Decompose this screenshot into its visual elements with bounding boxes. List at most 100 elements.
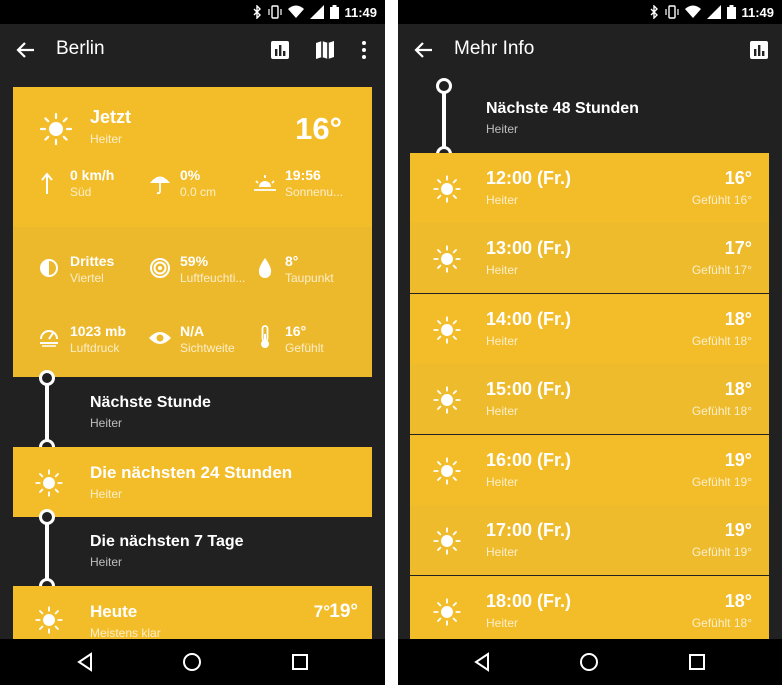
today-sub: Meistens klar [90,626,161,640]
sunset-icon [254,175,276,191]
sun-icon [433,598,461,626]
feels-value: 16° [285,323,307,339]
nav-bar [398,639,782,685]
bluetooth-icon [253,5,261,19]
current-weather-card[interactable]: Jetzt Heiter 16° 0 km/h Süd 0% 0.0 cm 19… [13,87,372,377]
hour-condition: Heiter [486,475,519,489]
hour-time: 14:00 (Fr.) [486,309,572,329]
visibility-value: N/A [180,323,205,339]
hour-feels-like: Gefühlt 18° [691,616,752,630]
timeline-dot [39,370,55,386]
sun-icon [39,112,73,146]
page-title: Berlin [56,38,105,59]
sun-icon [35,469,63,497]
next-hour-title: Nächste Stunde [90,394,211,411]
clock: 11:49 [741,5,774,20]
rain-value: 0% [180,167,201,183]
hour-condition: Heiter [486,616,519,630]
hour-time: 18:00 (Fr.) [486,591,572,611]
hour-time: 13:00 (Fr.) [486,238,572,258]
hour-feels-like: Gefühlt 17° [691,263,752,277]
dew-value: 8° [285,253,299,269]
hour-row[interactable]: 14:00 (Fr.) Heiter 18° Gefühlt 18° [410,294,769,364]
battery-icon [330,5,339,19]
next-hour-sub: Heiter [90,416,123,430]
hour-condition: Heiter [486,193,519,207]
app-bar: Berlin [0,24,385,76]
timeline-dot [436,78,452,94]
wifi-icon [685,5,701,18]
hour-condition: Heiter [486,263,519,277]
now-temperature: 16° [295,111,342,146]
hour-time: 17:00 (Fr.) [486,520,572,540]
section-title: Nächste 48 Stunden [486,100,639,117]
hour-row[interactable]: 17:00 (Fr.) Heiter 19° Gefühlt 19° [410,505,769,575]
hour-feels-like: Gefühlt 16° [691,193,752,207]
hour-row[interactable]: 16:00 (Fr.) Heiter 19° Gefühlt 19° [410,435,769,505]
next-24-title: Die nächsten 24 Stunden [90,463,293,482]
hour-feels-like: Gefühlt 18° [691,404,752,418]
right-screen: 11:49 Mehr Info Nächste 48 Stunden Heite… [398,0,782,685]
bluetooth-icon [650,5,658,19]
umbrella-icon [150,176,170,195]
nav-back-icon[interactable] [470,650,494,674]
pressure-label: Luftdruck [70,341,120,355]
hour-temp: 19° [724,450,752,470]
hour-temp: 18° [724,591,752,611]
nav-home-icon[interactable] [180,650,204,674]
section-sub: Heiter [486,122,519,136]
app-bar: Mehr Info [398,24,782,76]
moon-phase-icon [40,259,58,277]
hour-condition: Heiter [486,334,519,348]
moon-value: Drittes [70,253,115,269]
sun-icon [433,457,461,485]
now-label: Jetzt [90,107,132,127]
next-24-hours-card[interactable]: Die nächsten 24 Stunden Heiter [13,447,372,517]
more-vert-icon[interactable] [352,38,376,62]
nav-back-icon[interactable] [73,650,97,674]
humidity-value: 59% [180,253,209,269]
dew-drop-icon [258,258,272,278]
sun-icon [433,245,461,273]
hour-row[interactable]: 18:00 (Fr.) Heiter 18° Gefühlt 18° [410,576,769,646]
vibrate-icon [268,5,282,19]
nav-recents-icon[interactable] [685,650,709,674]
pressure-icon [40,330,58,347]
nav-bar [0,639,385,685]
nav-home-icon[interactable] [577,650,601,674]
hour-row[interactable]: 15:00 (Fr.) Heiter 18° Gefühlt 18° [410,364,769,434]
signal-icon [310,5,324,19]
humidity-icon [150,258,170,278]
hour-row[interactable]: 12:00 (Fr.) Heiter 16° Gefühlt 16° [410,153,769,223]
bar-chart-icon[interactable] [268,38,292,62]
nav-recents-icon[interactable] [288,650,312,674]
hour-feels-like: Gefühlt 18° [691,334,752,348]
back-arrow-icon[interactable] [412,38,436,62]
sunset-label: Sonnenu... [285,185,344,199]
feels-label: Gefühlt [285,341,324,355]
next-7-title: Die nächsten 7 Tage [90,533,244,550]
hour-temp: 17° [724,238,752,258]
hour-condition: Heiter [486,545,519,559]
map-icon[interactable] [313,38,337,62]
sun-icon [433,316,461,344]
pressure-value: 1023 mb [70,323,127,339]
hour-temp: 19° [724,520,752,540]
visibility-label: Sichtweite [180,341,235,355]
hour-row[interactable]: 13:00 (Fr.) Heiter 17° Gefühlt 17° [410,223,769,293]
bar-chart-icon[interactable] [747,38,771,62]
vibrate-icon [665,5,679,19]
page-title: Mehr Info [454,38,535,59]
humidity-label: Luftfeuchti... [180,271,246,285]
hour-feels-like: Gefühlt 19° [691,475,752,489]
back-arrow-icon[interactable] [14,38,38,62]
wind-arrow-icon [41,172,53,194]
today-title: Heute [90,602,138,621]
hour-time: 15:00 (Fr.) [486,379,572,399]
sun-icon [433,175,461,203]
sunset-time: 19:56 [285,167,321,183]
now-condition: Heiter [90,132,123,146]
hour-temp: 16° [724,168,752,188]
today-high: 19° [329,601,358,622]
status-bar: 11:49 [0,0,385,24]
